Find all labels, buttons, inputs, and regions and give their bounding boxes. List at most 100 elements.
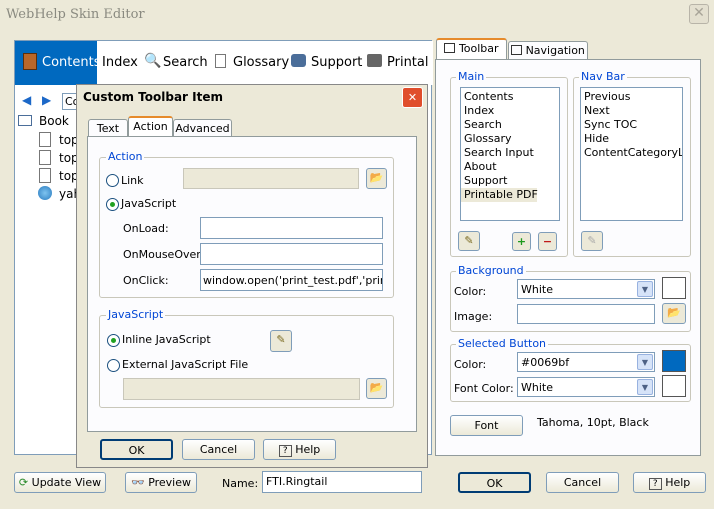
dialog-ok-button[interactable]: OK: [100, 439, 173, 460]
main-list[interactable]: Contents Index Search Glossary Search In…: [460, 87, 560, 221]
forward-arrow-icon[interactable]: ▶: [42, 93, 51, 107]
preview-toolbar: Contents Index 🔍 Search Glossary Support…: [15, 41, 433, 85]
help-button[interactable]: ? Help: [633, 472, 706, 493]
onclick-field[interactable]: window.open('print_test.pdf','printWin: [200, 269, 383, 291]
background-image-field[interactable]: [517, 304, 655, 324]
dialog-title-bar: Custom Toolbar Item ✕: [77, 85, 427, 109]
main-group-label: Main: [456, 70, 487, 83]
font-color-label: Font Color:: [454, 382, 514, 395]
selected-button-group-label: Selected Button: [456, 337, 549, 350]
support-icon: [291, 54, 306, 67]
toolbar-contents[interactable]: Contents: [42, 55, 100, 70]
list-item[interactable]: Search Input: [461, 146, 559, 160]
link-radio[interactable]: [106, 174, 119, 187]
book-open-icon: [18, 115, 32, 126]
ok-button[interactable]: OK: [458, 472, 531, 493]
list-item[interactable]: About: [461, 160, 559, 174]
window-close-button[interactable]: ✕: [689, 4, 709, 24]
chevron-down-icon: ▼: [637, 379, 653, 395]
javascript-group-label: JavaScript: [106, 308, 166, 321]
search-icon: 🔍: [144, 53, 162, 69]
onload-field[interactable]: [200, 217, 383, 239]
tab-text[interactable]: Text: [88, 119, 128, 136]
glasses-icon: 👓: [130, 476, 145, 489]
list-item[interactable]: Search: [461, 118, 559, 132]
pencil-icon: ✎: [464, 234, 474, 247]
remove-button[interactable]: −: [538, 232, 557, 251]
dialog-help-button[interactable]: ? Help: [263, 439, 336, 460]
tab-action[interactable]: Action: [128, 116, 173, 136]
link-label: Link: [121, 174, 144, 187]
edit-main-button[interactable]: ✎: [458, 231, 480, 251]
help-icon: ?: [278, 445, 292, 457]
navbar-group-label: Nav Bar: [579, 70, 627, 83]
javascript-radio[interactable]: [106, 198, 119, 211]
name-label: Name:: [222, 477, 259, 490]
add-button[interactable]: +: [512, 232, 531, 251]
image-label: Image:: [454, 310, 493, 323]
dialog-cancel-button[interactable]: Cancel: [182, 439, 255, 460]
selected-color-select[interactable]: #0069bf ▼: [517, 352, 655, 372]
minus-icon: −: [542, 235, 553, 248]
toolbar-index[interactable]: Index: [102, 55, 138, 70]
tree-root[interactable]: Book: [39, 114, 69, 128]
browse-image-button[interactable]: 📂: [662, 303, 686, 324]
name-field[interactable]: FTI.Ringtail: [262, 471, 422, 493]
help-icon: ?: [648, 478, 662, 490]
pencil-icon: ✎: [587, 234, 597, 247]
selected-color-label: Color:: [454, 358, 487, 371]
font-description: Tahoma, 10pt, Black: [537, 416, 649, 429]
toolbar-printable[interactable]: Printal: [387, 55, 428, 70]
list-item[interactable]: Previous: [581, 90, 682, 104]
page-icon: [39, 168, 51, 183]
page-icon: [39, 132, 51, 147]
edit-javascript-button[interactable]: ✎: [270, 330, 292, 352]
folder-icon: 📂: [369, 171, 384, 184]
cancel-button[interactable]: Cancel: [546, 472, 619, 493]
toolbar-glossary[interactable]: Glossary: [233, 55, 289, 70]
inline-javascript-radio[interactable]: [107, 334, 120, 347]
pencil-icon: ✎: [276, 333, 286, 346]
background-color-select[interactable]: White ▼: [517, 279, 655, 299]
background-color-swatch[interactable]: [662, 277, 686, 299]
selected-color-swatch[interactable]: [662, 350, 686, 372]
printer-icon: [367, 54, 382, 67]
navigation-tab-icon: [511, 45, 523, 55]
glossary-icon: [215, 54, 226, 68]
list-item[interactable]: Contents: [461, 90, 559, 104]
preview-button[interactable]: 👓 Preview: [125, 472, 197, 493]
font-color-swatch[interactable]: [662, 375, 686, 397]
page-icon: [39, 150, 51, 165]
tab-navigation[interactable]: Navigation: [508, 41, 588, 59]
onload-label: OnLoad:: [123, 222, 169, 235]
dialog-close-button[interactable]: ✕: [402, 87, 423, 108]
list-item[interactable]: Sync TOC: [581, 118, 682, 132]
book-icon: [23, 53, 37, 70]
toolbar-search[interactable]: Search: [163, 55, 208, 70]
font-button[interactable]: Font: [450, 415, 523, 436]
edit-navbar-button[interactable]: ✎: [581, 231, 603, 251]
external-javascript-radio[interactable]: [107, 359, 120, 372]
list-item[interactable]: Support: [461, 174, 559, 188]
list-item[interactable]: Next: [581, 104, 682, 118]
back-arrow-icon[interactable]: ◀: [22, 93, 31, 107]
navbar-list[interactable]: Previous Next Sync TOC Hide ContentCateg…: [580, 87, 683, 221]
toolbar-support[interactable]: Support: [311, 55, 362, 70]
tab-advanced[interactable]: Advanced: [173, 119, 232, 136]
update-view-button[interactable]: ⟳ Update View: [14, 472, 106, 493]
dialog-title: Custom Toolbar Item: [83, 90, 223, 104]
onmouseover-field[interactable]: [200, 243, 383, 265]
tab-toolbar[interactable]: Toolbar: [436, 38, 507, 59]
folder-icon: 📂: [369, 381, 384, 394]
title-bar: WebHelp Skin Editor ✕: [0, 0, 714, 30]
list-item[interactable]: Glossary: [461, 132, 559, 146]
list-item[interactable]: ContentCategoryList: [581, 146, 682, 160]
list-item[interactable]: Index: [461, 104, 559, 118]
link-field: [183, 168, 359, 189]
font-color-select[interactable]: White ▼: [517, 377, 655, 397]
inline-javascript-label: Inline JavaScript: [122, 333, 211, 346]
plus-icon: +: [516, 235, 527, 248]
browse-javascript-button: 📂: [366, 378, 387, 399]
list-item[interactable]: Hide: [581, 132, 682, 146]
list-item-selected[interactable]: Printable PDF: [461, 188, 538, 202]
